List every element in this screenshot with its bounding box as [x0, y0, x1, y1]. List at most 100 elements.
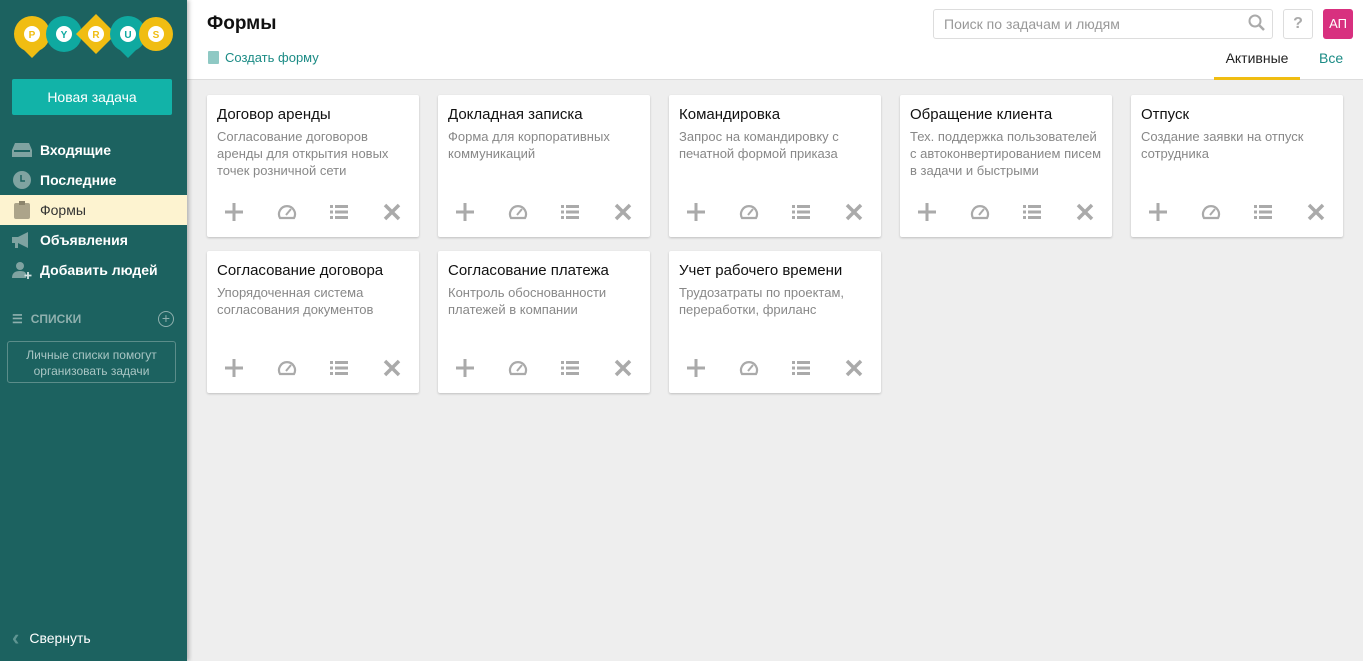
list-icon[interactable] — [328, 203, 350, 227]
form-actions — [1147, 203, 1327, 227]
settings-tools-icon[interactable] — [1305, 203, 1327, 227]
plus-icon[interactable] — [916, 203, 938, 227]
sidebar-item-label: Объявления — [40, 232, 128, 248]
svg-text:R: R — [92, 30, 100, 41]
lists-tooltip: Личные списки помогут организовать задач… — [7, 341, 176, 383]
sidebar-item-announcements[interactable]: Объявления — [0, 225, 187, 255]
svg-text:U: U — [124, 30, 131, 41]
form-description: Создание заявки на отпуск сотрудника — [1141, 129, 1304, 161]
search-icon[interactable] — [1248, 14, 1266, 35]
sidebar-item-recent[interactable]: Последние — [0, 165, 187, 195]
form-card[interactable]: Отпуск Создание заявки на отпуск сотрудн… — [1131, 95, 1343, 237]
add-list-button[interactable]: + — [158, 311, 174, 327]
form-title[interactable]: Согласование платежа — [448, 262, 640, 279]
form-title[interactable]: Обращение клиента — [910, 106, 1102, 123]
svg-text:Y: Y — [61, 30, 68, 41]
form-actions — [223, 203, 403, 227]
sidebar-item-label: Последние — [40, 172, 117, 188]
tab-all[interactable]: Все — [1319, 50, 1343, 80]
list-icon[interactable] — [1252, 203, 1274, 227]
sidebar-item-inbox[interactable]: Входящие — [0, 135, 187, 165]
settings-tools-icon[interactable] — [843, 359, 865, 383]
form-actions — [685, 203, 865, 227]
list-icon[interactable] — [790, 203, 812, 227]
svg-text:P: P — [29, 30, 36, 41]
plus-icon[interactable] — [223, 203, 245, 227]
lists-label: СПИСКИ — [30, 312, 82, 326]
search-input[interactable]: Поиск по задачам и людям — [933, 9, 1273, 39]
form-title[interactable]: Учет рабочего времени — [679, 262, 871, 279]
form-description: Запрос на командировку с печатной формой… — [679, 129, 839, 161]
form-card[interactable]: Командировка Запрос на командировку с пе… — [669, 95, 881, 237]
gauge-icon[interactable] — [276, 359, 298, 383]
page-title: Формы — [207, 13, 277, 34]
form-card[interactable]: Учет рабочего времени Трудозатраты по пр… — [669, 251, 881, 393]
plus-icon[interactable] — [1147, 203, 1169, 227]
plus-icon[interactable] — [685, 203, 707, 227]
settings-tools-icon[interactable] — [381, 203, 403, 227]
form-card[interactable]: Договор аренды Согласование договоров ар… — [207, 95, 419, 237]
form-actions — [454, 203, 634, 227]
gauge-icon[interactable] — [738, 359, 760, 383]
form-title[interactable]: Командировка — [679, 106, 871, 123]
settings-tools-icon[interactable] — [1074, 203, 1096, 227]
form-card[interactable]: Согласование договора Упорядоченная сист… — [207, 251, 419, 393]
collapse-button[interactable]: ‹ Свернуть — [12, 625, 91, 651]
settings-tools-icon[interactable] — [612, 203, 634, 227]
gauge-icon[interactable] — [276, 203, 298, 227]
tab-active[interactable]: Активные — [1214, 50, 1300, 80]
settings-tools-icon[interactable] — [381, 359, 403, 383]
create-form-link[interactable]: Создать форму — [208, 50, 319, 65]
chevron-left-icon: ‹ — [12, 625, 20, 650]
sidebar-item-label: Формы — [40, 202, 86, 218]
form-title[interactable]: Согласование договора — [217, 262, 409, 279]
form-actions — [685, 359, 865, 383]
avatar[interactable]: АП — [1323, 9, 1353, 39]
inbox-icon — [12, 141, 32, 159]
svg-text:S: S — [153, 30, 160, 41]
new-task-button[interactable]: Новая задача — [12, 79, 172, 115]
form-title[interactable]: Отпуск — [1141, 106, 1333, 123]
form-description: Форма для корпоративных коммуникаций — [448, 129, 610, 161]
plus-icon[interactable] — [223, 359, 245, 383]
plus-icon[interactable] — [454, 359, 476, 383]
gauge-icon[interactable] — [738, 203, 760, 227]
add-user-icon — [12, 261, 32, 279]
gauge-icon[interactable] — [507, 203, 529, 227]
gauge-icon[interactable] — [507, 359, 529, 383]
clipboard-icon — [12, 201, 32, 219]
settings-tools-icon[interactable] — [843, 203, 865, 227]
sidebar-item-forms[interactable]: Формы — [0, 195, 187, 225]
form-actions — [916, 203, 1096, 227]
list-icon[interactable] — [559, 203, 581, 227]
plus-icon[interactable] — [454, 203, 476, 227]
help-button[interactable]: ? — [1283, 9, 1313, 39]
form-card[interactable]: Согласование платежа Контроль обоснованн… — [438, 251, 650, 393]
sidebar-item-label: Входящие — [40, 142, 111, 158]
pyrus-logo[interactable]: PYRUS — [12, 12, 174, 62]
form-description: Согласование договоров аренды для открыт… — [217, 129, 389, 178]
list-icon: ☰ — [12, 312, 23, 326]
form-card[interactable]: Докладная записка Форма для корпоративны… — [438, 95, 650, 237]
form-title[interactable]: Договор аренды — [217, 106, 409, 123]
gauge-icon[interactable] — [1200, 203, 1222, 227]
settings-tools-icon[interactable] — [612, 359, 634, 383]
gauge-icon[interactable] — [969, 203, 991, 227]
form-card[interactable]: Обращение клиента Тех. поддержка пользов… — [900, 95, 1112, 237]
lists-section: ☰ СПИСКИ + — [12, 311, 174, 327]
list-icon[interactable] — [1021, 203, 1043, 227]
form-description: Трудозатраты по проектам, переработки, ф… — [679, 285, 845, 317]
form-actions — [223, 359, 403, 383]
form-title[interactable]: Докладная записка — [448, 106, 640, 123]
sidebar-item-label: Добавить людей — [40, 262, 158, 278]
plus-icon[interactable] — [685, 359, 707, 383]
sidebar-nav: Входящие Последние Формы Объявления Доба… — [0, 135, 187, 285]
collapse-label: Свернуть — [29, 630, 91, 646]
header: Формы Создать форму Поиск по задачам и л… — [187, 0, 1363, 80]
list-icon[interactable] — [790, 359, 812, 383]
sidebar: P Y R U S Новая задача Входящие Последние Фо… — [0, 0, 187, 661]
sidebar-item-add-people[interactable]: Добавить людей — [0, 255, 187, 285]
clock-icon — [12, 171, 32, 189]
list-icon[interactable] — [559, 359, 581, 383]
list-icon[interactable] — [328, 359, 350, 383]
